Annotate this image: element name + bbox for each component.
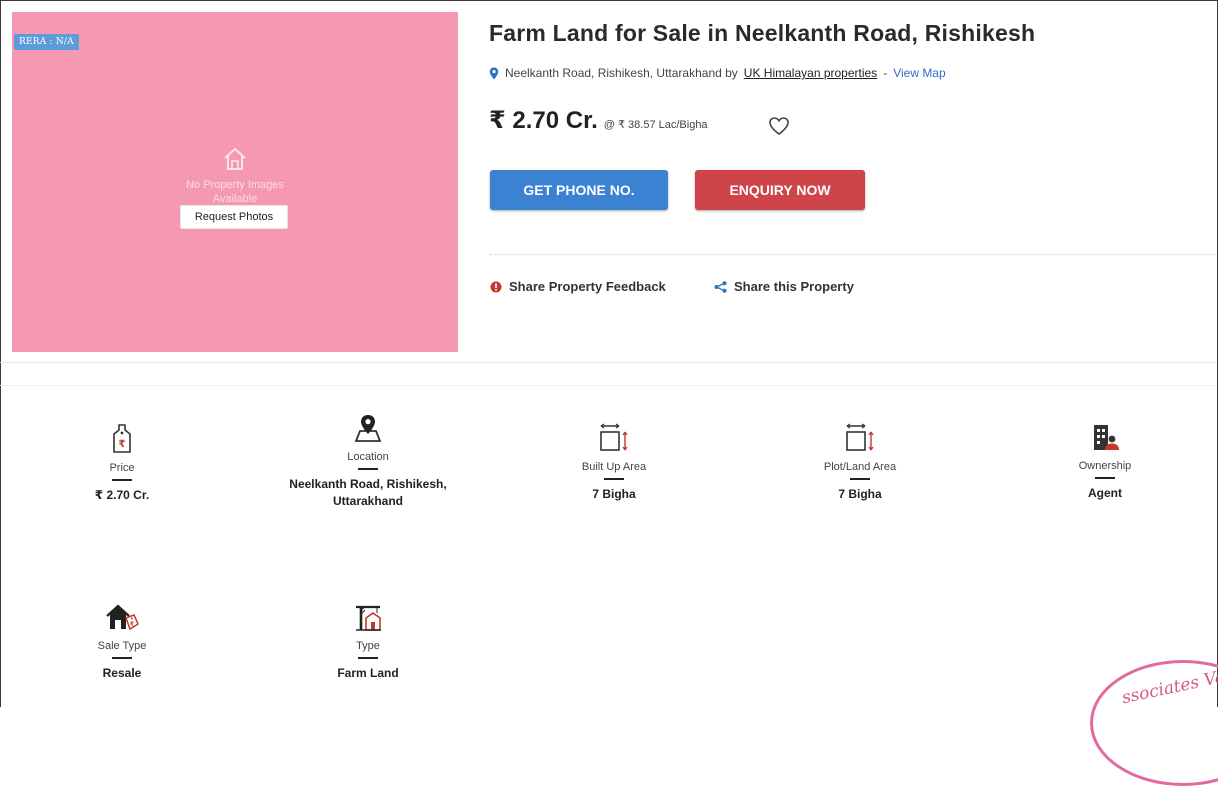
property-photo-placeholder: No Property Images Available (12, 12, 458, 352)
svg-text:₹: ₹ (130, 621, 134, 628)
stat-label: Plot/Land Area (823, 461, 897, 473)
address-line: Neelkanth Road, Rishikesh, Uttarakhand b… (489, 66, 946, 80)
stat-value: 7 Bigha (592, 487, 636, 501)
address-text: Neelkanth Road, Rishikesh, Uttarakhand b… (505, 66, 738, 80)
construction-crane-icon (356, 605, 381, 631)
stat-value: Neelkanth Road, Rishikesh, Uttarakhand (289, 477, 447, 508)
house-sale-icon: ₹ (106, 604, 139, 631)
share-feedback-link[interactable]: Share Property Feedback (490, 279, 666, 294)
stat-plot-area: Plot/Land Area 7 Bigha (750, 419, 970, 503)
stat-value: Agent (1088, 486, 1122, 500)
stat-label: Price (109, 462, 135, 474)
stat-dash (358, 468, 378, 470)
address-separator: - (883, 66, 888, 80)
share-property-label: Share this Property (734, 279, 854, 294)
stat-value: ₹ 2.70 Cr. (94, 488, 150, 502)
no-images-line-1: No Property Images (186, 179, 284, 191)
stat-dash (1095, 477, 1115, 479)
share-property-link[interactable]: Share this Property (714, 279, 854, 294)
price-per-unit: @ ₹ 38.57 Lac/Bigha (603, 119, 708, 131)
map-pin-icon (489, 67, 499, 79)
stat-ownership: Ownership Agent (995, 418, 1215, 502)
enquiry-now-button[interactable]: ENQUIRY NOW (695, 170, 865, 210)
stat-price: ₹ Price ₹ 2.70 Cr. (12, 420, 232, 504)
get-phone-button[interactable]: GET PHONE NO. (490, 170, 668, 210)
share-feedback-label: Share Property Feedback (509, 279, 666, 294)
location-pin-icon (354, 415, 382, 442)
stat-value: 7 Bigha (838, 487, 882, 501)
stat-dash (112, 657, 132, 659)
price-block: ₹ 2.70 Cr. @ ₹ 38.57 Lac/Bigha (489, 106, 708, 135)
stamp-text: ssociates Val (1120, 665, 1218, 709)
area-icon (846, 423, 874, 451)
stat-dash (112, 479, 132, 481)
stat-built-up-area: Built Up Area 7 Bigha (504, 419, 724, 503)
agent-link[interactable]: UK Himalayan properties (744, 66, 877, 80)
stat-label: Type (356, 640, 380, 652)
home-icon (224, 147, 246, 170)
stat-label: Sale Type (97, 640, 147, 652)
info-circle-icon (490, 281, 502, 292)
divider (490, 254, 1216, 255)
share-icon (714, 280, 727, 293)
no-images-line-2: Available (212, 193, 258, 205)
building-agent-icon (1094, 425, 1119, 450)
stat-sale-type: ₹ Sale Type Resale (12, 598, 232, 682)
view-map-link[interactable]: View Map (893, 66, 945, 80)
area-icon (600, 423, 628, 451)
stat-label: Location (347, 451, 389, 463)
stat-dash (850, 478, 870, 480)
rera-badge: RERA : N/A (14, 34, 79, 50)
stat-label: Ownership (1078, 460, 1132, 472)
favorite-heart-icon[interactable] (768, 116, 790, 141)
section-divider (0, 362, 1216, 363)
request-photos-button[interactable]: Request Photos (180, 205, 288, 229)
no-images-message: No Property Images Available (12, 146, 458, 206)
svg-text:₹: ₹ (119, 439, 126, 450)
page-title: Farm Land for Sale in Neelkanth Road, Ri… (489, 20, 1036, 46)
stat-type: Type Farm Land (258, 598, 478, 682)
stat-value: Resale (102, 666, 142, 680)
stat-label: Built Up Area (581, 461, 647, 473)
price-main: ₹ 2.70 Cr. (489, 107, 598, 134)
stat-dash (604, 478, 624, 480)
stat-location: Location Neelkanth Road, Rishikesh, Utta… (258, 409, 478, 510)
stat-value: Farm Land (337, 666, 399, 680)
price-tag-icon: ₹ (113, 424, 131, 453)
stat-dash (358, 657, 378, 659)
section-divider (0, 385, 1216, 386)
